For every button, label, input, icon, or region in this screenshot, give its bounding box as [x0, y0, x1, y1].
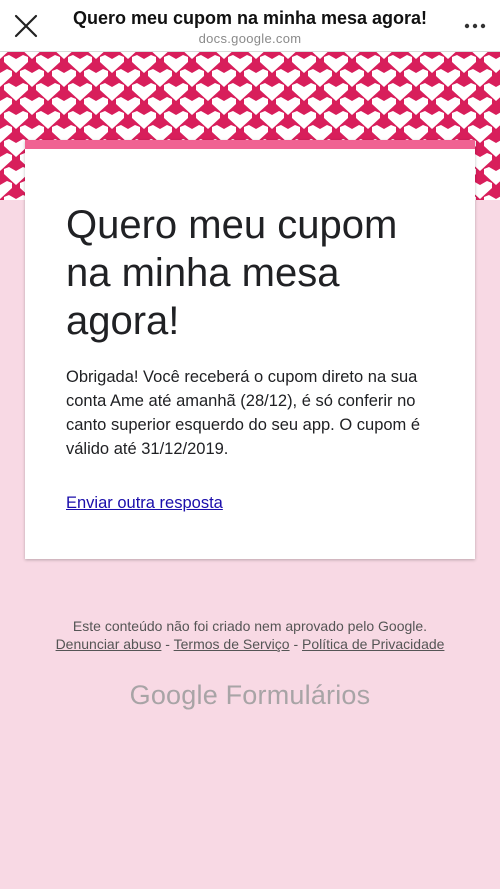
confirmation-message: Obrigada! Você receberá o cupom direto n…: [66, 368, 421, 458]
logo-google-text: Google: [129, 680, 218, 710]
browser-top-bar: Quero meu cupom na minha mesa agora! doc…: [0, 0, 500, 52]
page-url: docs.google.com: [198, 31, 302, 46]
google-forms-logo: Google Formulários: [0, 680, 500, 711]
footer-links: Denunciar abuso - Termos de Serviço - Po…: [0, 636, 500, 652]
form-confirmation-card: Quero meu cupom na minha mesa agora! Obr…: [25, 140, 475, 559]
footer-disclaimer: Este conteúdo não foi criado nem aprovad…: [72, 618, 428, 634]
footer-separator: -: [289, 636, 303, 652]
report-abuse-link[interactable]: Denunciar abuso: [56, 636, 162, 652]
submit-another-response-link[interactable]: Enviar outra resposta: [66, 494, 223, 513]
more-options-button[interactable]: [460, 14, 490, 38]
terms-of-service-link[interactable]: Termos de Serviço: [174, 636, 290, 652]
close-icon: [14, 14, 38, 38]
page-title: Quero meu cupom na minha mesa agora!: [72, 8, 428, 28]
close-button[interactable]: [10, 10, 42, 42]
footer-separator: -: [161, 636, 174, 652]
privacy-policy-link[interactable]: Política de Privacidade: [302, 636, 444, 652]
logo-product-text: Formulários: [225, 680, 371, 710]
more-dots-icon: [464, 23, 486, 29]
form-title: Quero meu cupom na minha mesa agora!: [66, 203, 398, 343]
